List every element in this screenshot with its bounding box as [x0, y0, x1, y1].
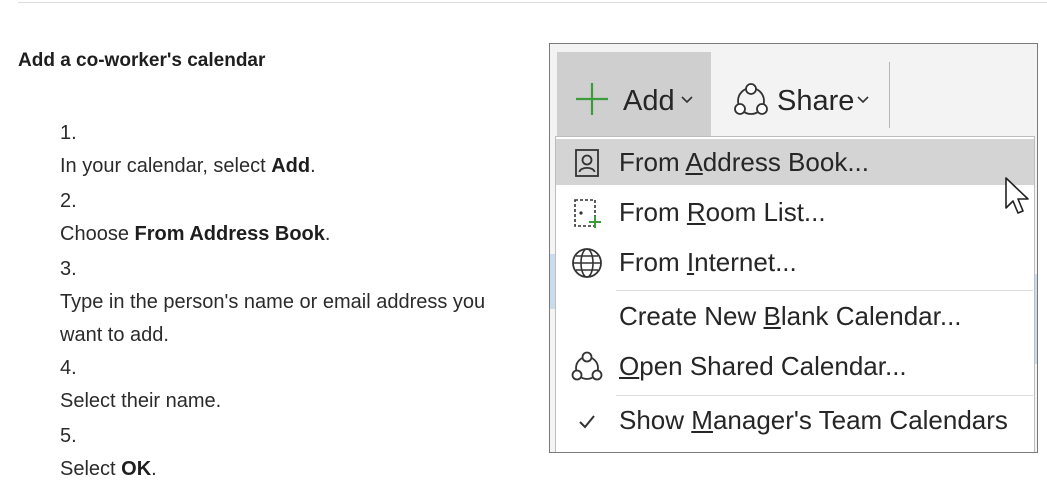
- step-bold: OK: [121, 458, 152, 480]
- step-text: Select: [60, 458, 122, 480]
- step-text: In your calendar, select: [60, 155, 272, 177]
- mouse-pointer-icon: [1005, 177, 1029, 214]
- menu-divider: [616, 290, 1033, 291]
- menu-item-open-shared-calendar[interactable]: Open Shared Calendar...: [556, 343, 1034, 389]
- menu-item-label: From: [619, 247, 687, 277]
- section-heading: Add a co-worker's calendar: [18, 50, 266, 71]
- chevron-down-icon: [857, 96, 869, 104]
- menu-item-show-managers-team-calendars[interactable]: Show Manager's Team Calendars: [556, 397, 1034, 443]
- share-people-icon: [734, 83, 768, 115]
- menu-item-from-address-book[interactable]: From Address Book...: [556, 139, 1034, 185]
- menu-item-label-end: ddress Book...: [702, 147, 869, 177]
- menu-item-accesskey: A: [685, 147, 703, 177]
- menu-item-accesskey: O: [619, 351, 640, 381]
- chevron-down-icon: [681, 96, 693, 104]
- share-button[interactable]: Share: [725, 52, 885, 136]
- menu-item-label-end: anager's Team Calendars: [712, 405, 1008, 435]
- menu-item-label: From: [619, 197, 687, 227]
- step-bold: Add: [271, 155, 311, 177]
- add-button-label: Add: [623, 85, 675, 117]
- share-button-label: Share: [777, 85, 855, 117]
- menu-item-from-internet[interactable]: From Internet...: [556, 239, 1034, 285]
- add-dropdown-menu: From Address Book... From Room List... F…: [555, 136, 1035, 452]
- list-item: 3. Type in the person's name or email add…: [60, 253, 490, 352]
- step-text-end: .: [151, 458, 157, 480]
- step-number: 4.: [60, 357, 77, 379]
- step-text: Select their name.: [60, 390, 222, 412]
- share-people-icon: [571, 351, 603, 381]
- plus-icon: [576, 83, 608, 115]
- checkmark-icon: [579, 415, 595, 429]
- step-bold: From Address Book: [134, 223, 325, 245]
- step-text-end: .: [310, 155, 316, 177]
- menu-item-from-room-list[interactable]: From Room List...: [556, 189, 1034, 235]
- menu-item-accesskey: R: [686, 197, 706, 227]
- step-number: 1.: [60, 122, 77, 144]
- menu-item-label-end: pen Shared Calendar...: [639, 351, 907, 381]
- menu-divider: [616, 395, 1033, 396]
- menu-item-create-blank-calendar[interactable]: Create New Blank Calendar...: [556, 293, 1034, 339]
- step-text-end: .: [324, 223, 331, 245]
- room-list-icon: [574, 199, 601, 228]
- address-book-icon: [575, 149, 599, 177]
- list-item: 1. In your calendar, select Add.: [60, 117, 500, 183]
- menu-item-label: From: [619, 147, 686, 177]
- menu-item-accesskey: B: [763, 301, 781, 331]
- ribbon-divider: [889, 62, 890, 128]
- add-button[interactable]: Add: [557, 52, 711, 136]
- list-item: 5. Select OK.: [60, 420, 500, 486]
- outlook-screenshot: Add Share From Address Book... From Room…: [549, 43, 1038, 453]
- step-number: 2.: [60, 190, 77, 212]
- step-number: 5.: [60, 425, 77, 447]
- top-divider: [18, 2, 1047, 3]
- list-item: 2. Choose From Address Book.: [60, 185, 500, 251]
- menu-item-label-end: nternet...: [694, 247, 797, 277]
- step-text: Type in the person's name or email addre…: [60, 291, 486, 346]
- menu-item-label: Create New: [619, 301, 764, 331]
- step-number: 3.: [60, 258, 77, 280]
- menu-item-label-end: oom List...: [705, 197, 826, 227]
- menu-item-label-end: lank Calendar...: [780, 301, 962, 331]
- globe-icon: [572, 248, 602, 278]
- menu-item-label: Show: [619, 405, 692, 435]
- menu-item-accesskey: M: [691, 405, 713, 435]
- step-text: Choose: [60, 223, 135, 245]
- ribbon: Add Share: [550, 44, 1037, 136]
- list-item: 4. Select their name.: [60, 352, 500, 418]
